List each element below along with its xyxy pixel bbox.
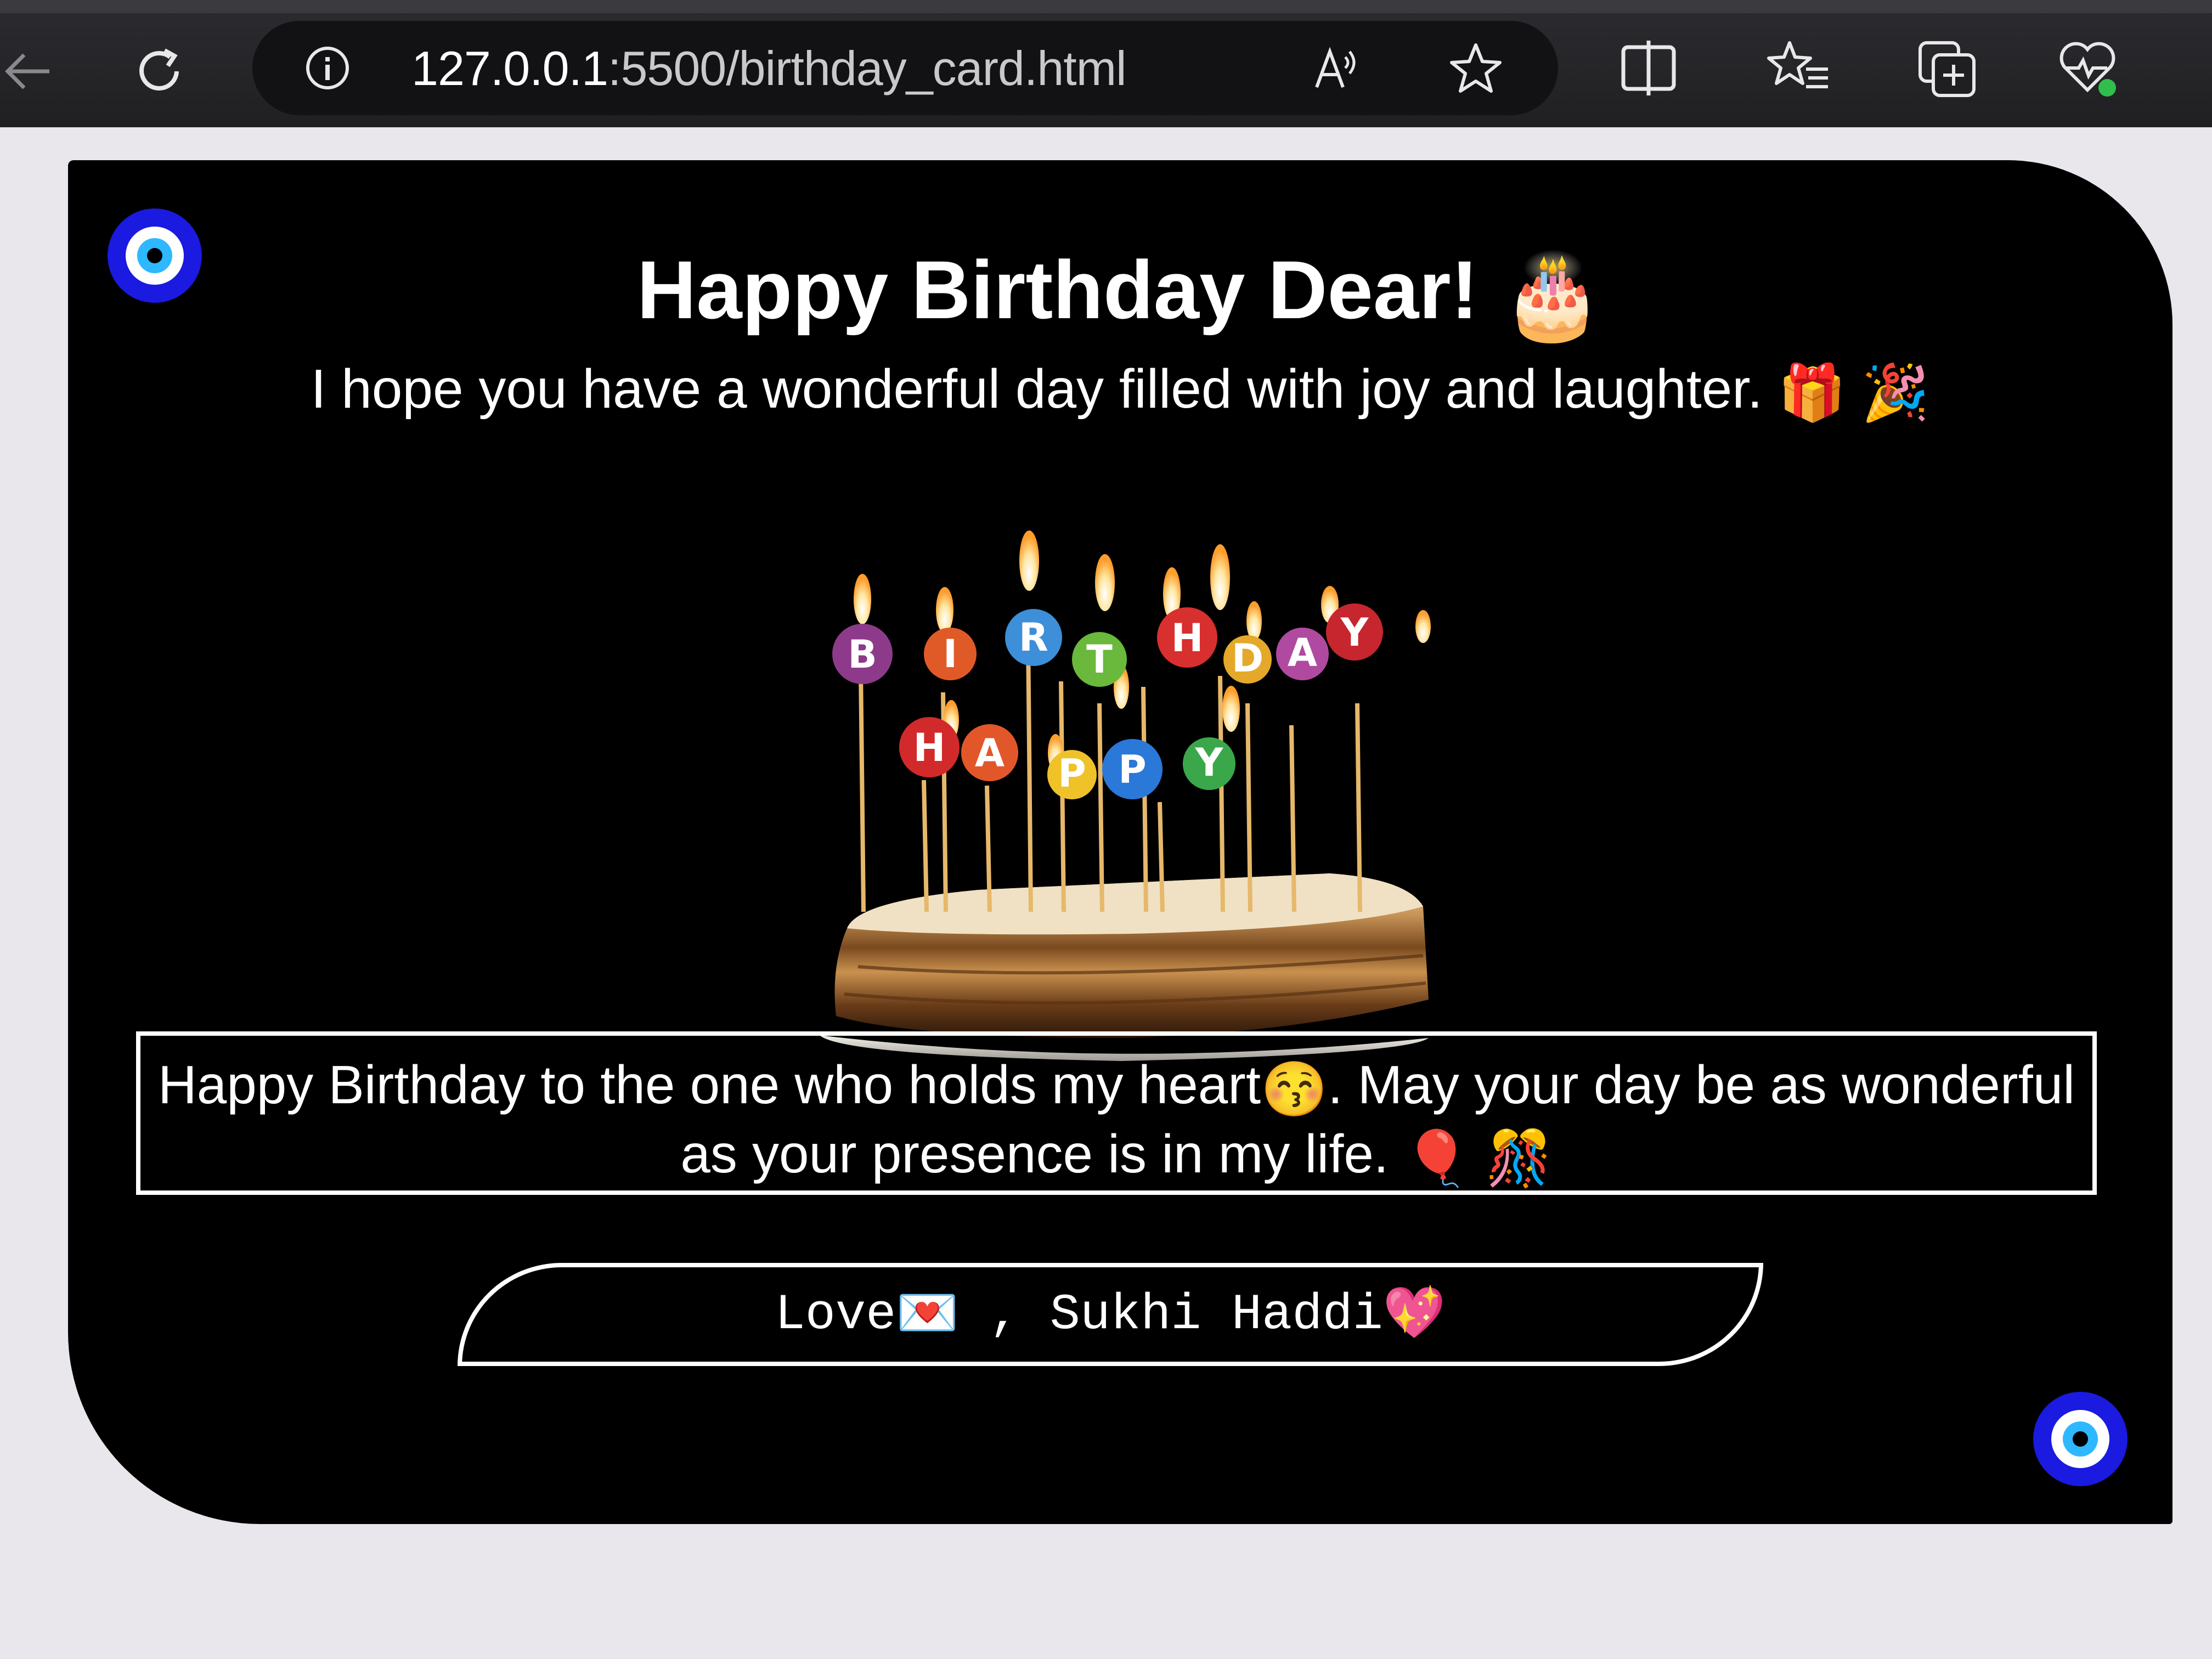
candle-letter: Y (1195, 740, 1224, 785)
kissing-face-emoji-icon: 😚 (1261, 1059, 1328, 1120)
candle-letter: Y (1340, 610, 1369, 655)
info-icon[interactable] (304, 45, 351, 91)
message-line-1: Happy Birthday to the one who holds my h… (140, 1052, 2092, 1121)
favorites-list-icon[interactable] (1767, 35, 1832, 101)
message-line-2: as your presence is in my life. 🎈 🎊 (140, 1121, 2092, 1190)
candle-letter: R (1019, 615, 1048, 660)
refresh-icon[interactable] (126, 38, 192, 104)
tab-strip-edge (0, 0, 2212, 13)
candle-letter: P (1118, 747, 1146, 792)
message-text-c: as your presence is in my life. (680, 1124, 1389, 1184)
birthday-cake-image: B I R T H D A Y H A P P Y (820, 531, 1431, 1061)
url-text[interactable]: 127.0.0.1:5500/birthday_card.html (411, 41, 1127, 97)
address-bar[interactable]: 127.0.0.1:5500/birthday_card.html (252, 21, 1558, 115)
love-letter-emoji-icon: 💌 (896, 1288, 959, 1345)
candle-letter: A (1288, 630, 1317, 675)
split-screen-icon[interactable] (1616, 35, 1681, 101)
message-box: Happy Birthday to the one who holds my h… (136, 1031, 2097, 1195)
balloon-confetti-emoji-icon: 🎈 🎊 (1403, 1128, 1553, 1189)
candle-letter: H (913, 725, 946, 770)
collections-icon[interactable] (1915, 35, 1980, 101)
gift-party-emoji-icon: 🎁 🎉 (1778, 362, 1930, 424)
subtitle-text: I hope you have a wonderful day filled w… (311, 358, 1763, 420)
message-text-b: . May your day be as wonderful (1328, 1054, 2075, 1115)
candle-letter: I (943, 631, 957, 676)
sparkling-heart-emoji-icon: 💖 (1383, 1288, 1446, 1345)
candle-letter: H (1171, 616, 1204, 661)
read-aloud-icon[interactable] (1311, 41, 1366, 95)
back-arrow-icon[interactable] (0, 38, 60, 104)
signature-name: Sukhi Haddi (1049, 1285, 1383, 1344)
candle-letter: A (975, 731, 1005, 776)
birthday-card: Happy Birthday Dear! 🎂 I hope you have a… (68, 160, 2172, 1524)
candle-letter: D (1232, 636, 1263, 681)
message-text-a: Happy Birthday to the one who holds my h… (158, 1054, 1261, 1115)
title-text: Happy Birthday Dear! (636, 244, 1479, 336)
browser-toolbar: 127.0.0.1:5500/birthday_card.html (0, 0, 2212, 137)
card-title: Happy Birthday Dear! 🎂 (68, 242, 2172, 345)
card-subtitle: I hope you have a wonderful day filled w… (68, 358, 2172, 425)
candle-letter: T (1086, 637, 1113, 682)
cake-emoji-icon: 🎂 (1501, 250, 1604, 342)
url-path: :5500/birthday_card.html (608, 41, 1127, 95)
candle-letter: P (1058, 751, 1086, 796)
candle-letter: B (848, 632, 877, 677)
favorite-star-icon[interactable] (1448, 41, 1503, 95)
toolbar-divider (0, 127, 2212, 137)
signature-box: Love 💌 , Sukhi Haddi 💖 (458, 1263, 1763, 1366)
signature-separator: , (958, 1285, 1050, 1344)
evil-eye-icon (2033, 1392, 2128, 1486)
signature-love: Love (775, 1285, 896, 1344)
browser-essentials-icon[interactable] (2055, 35, 2120, 101)
url-host: 127.0.0.1 (411, 41, 608, 95)
